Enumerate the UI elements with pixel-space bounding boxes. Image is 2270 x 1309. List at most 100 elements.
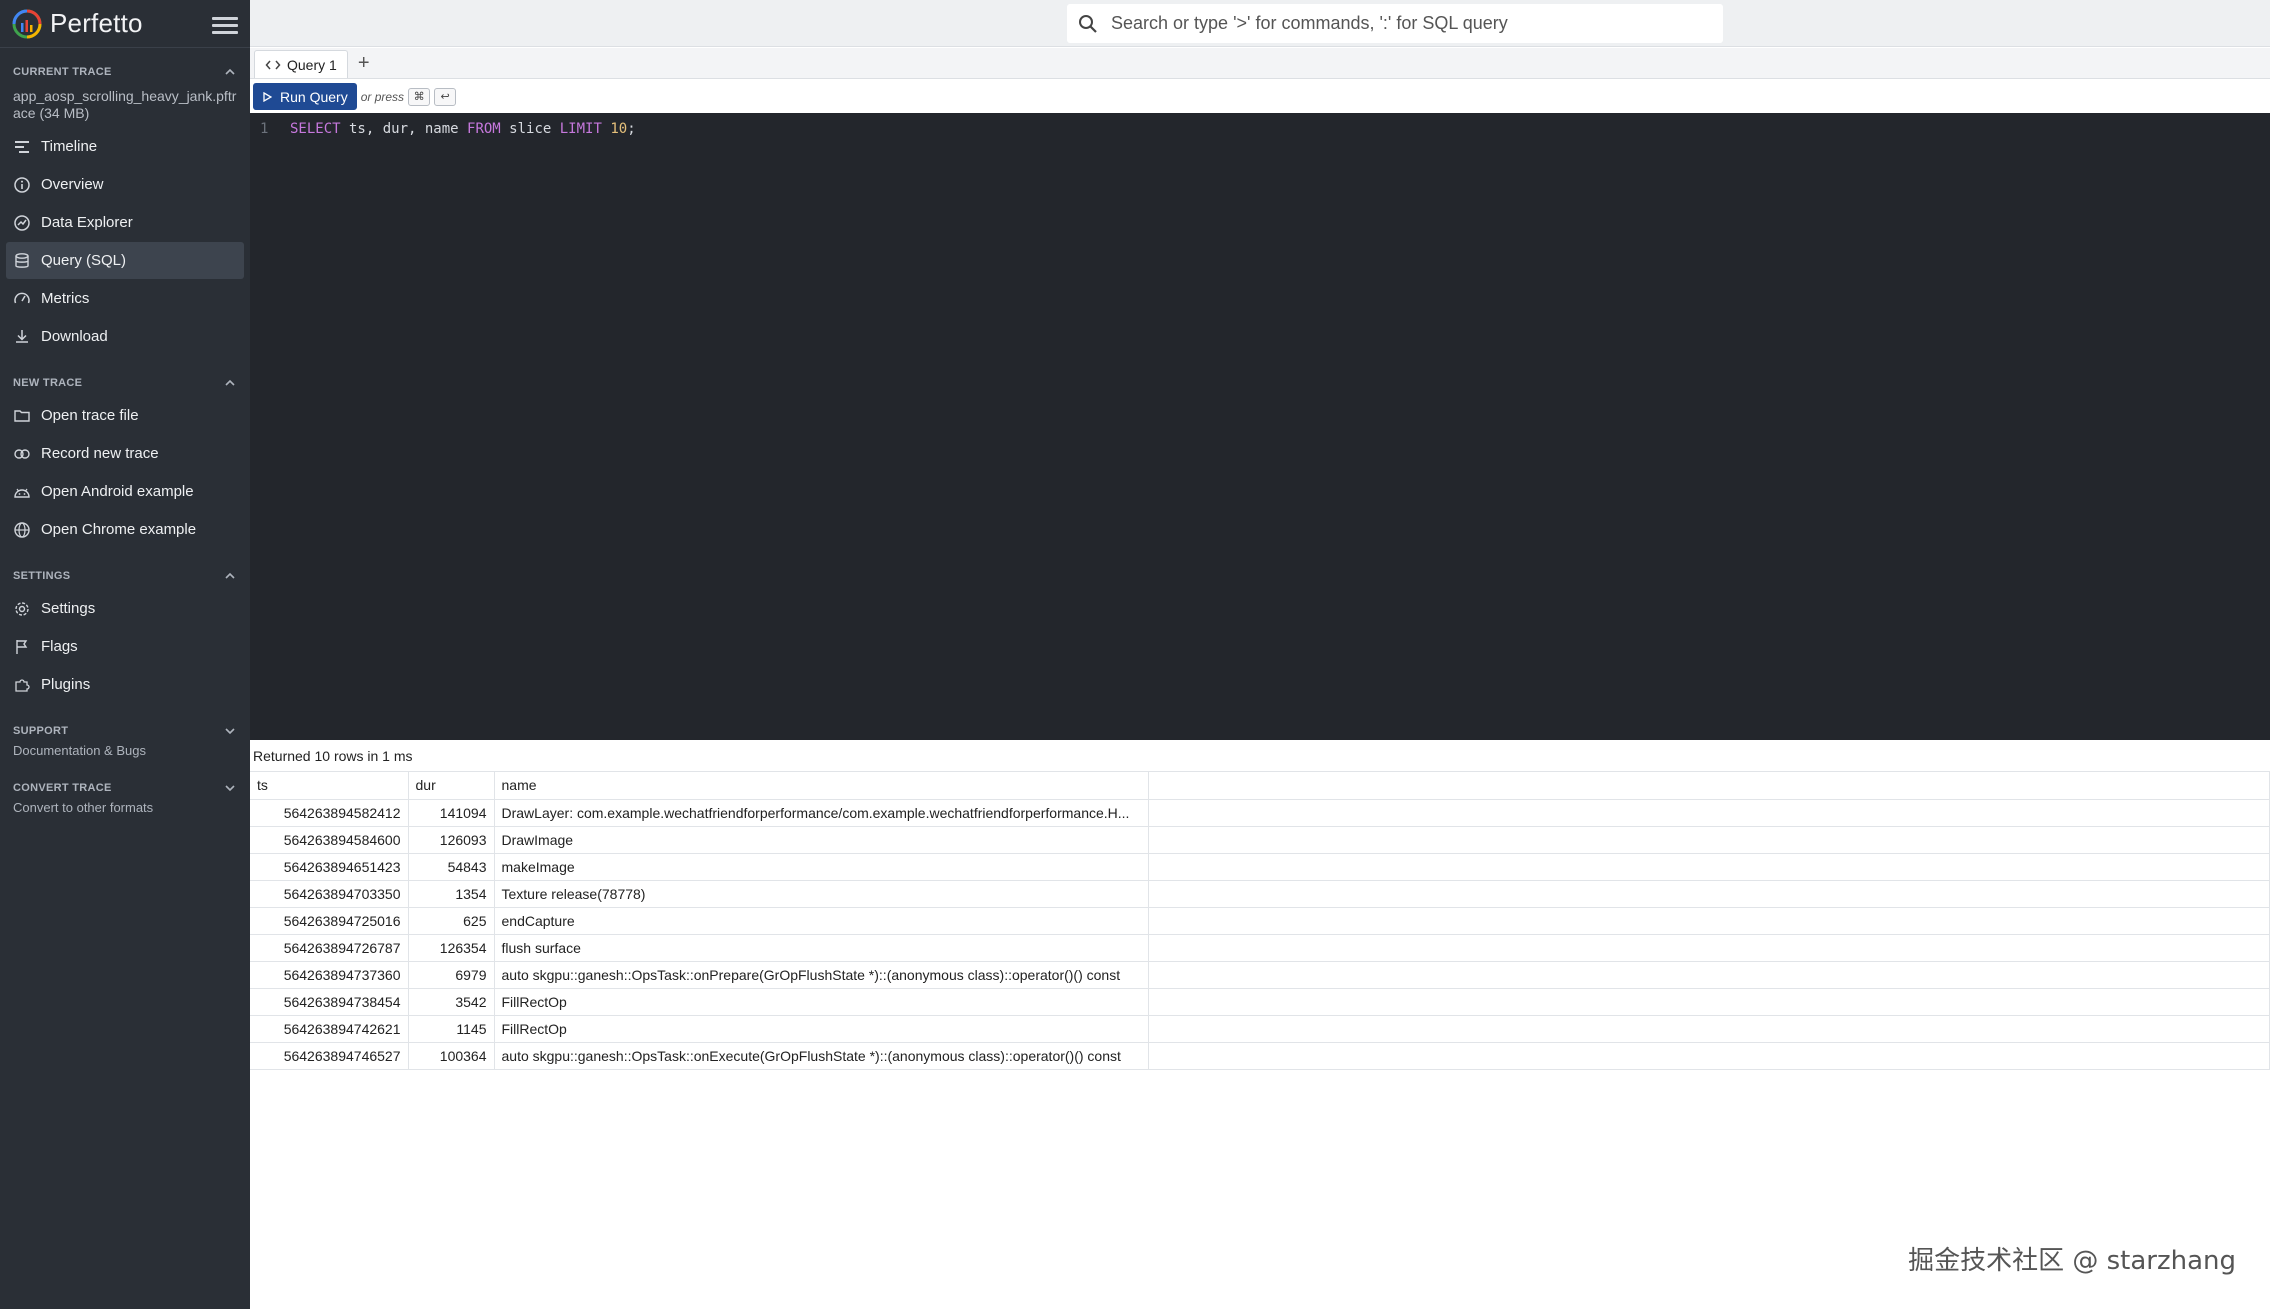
column-header-filler <box>1148 772 2270 800</box>
code-text[interactable]: SELECT ts, dur, name FROM slice LIMIT 10… <box>290 121 636 137</box>
table-row[interactable]: 564263894703350 1354 Texture release(78778… <box>250 880 2270 908</box>
cell-name: endCapture <box>494 907 1149 935</box>
play-icon <box>263 91 272 102</box>
cell-dur: 54843 <box>408 853 495 881</box>
tab-label: Query 1 <box>287 56 337 73</box>
table-row[interactable]: 564263894651423 54843 makeImage <box>250 853 2270 881</box>
section-title: SETTINGS <box>13 570 71 582</box>
table-row[interactable]: 564263894742621 1145 FillRectOp <box>250 1015 2270 1043</box>
cell-dur: 126354 <box>408 934 495 962</box>
watermark: 掘金技术社区 @ starzhang <box>1908 1246 2236 1276</box>
section-title: CURRENT TRACE <box>13 66 112 78</box>
sidebar-item-download[interactable]: Download <box>6 318 244 355</box>
trace-name: app_aosp_scrolling_heavy_jank.pftrace (3… <box>13 88 237 121</box>
sidebar-item-timeline[interactable]: Timeline <box>6 128 244 165</box>
sidebar-item-label: Plugins <box>41 676 91 693</box>
sidebar-item-flags[interactable]: Flags <box>6 628 244 665</box>
sidebar-item-label: Open Chrome example <box>41 521 197 538</box>
add-tab-button[interactable]: + <box>358 50 370 78</box>
cmd-key: ⌘ <box>408 87 431 106</box>
cell-name: flush surface <box>494 934 1149 962</box>
sidebar-item-metrics[interactable]: Metrics <box>6 280 244 317</box>
table-row[interactable]: 564263894738454 3542 FillRectOp <box>250 988 2270 1016</box>
cell-ts: 564263894726787 <box>250 934 409 962</box>
code-icon <box>265 60 281 69</box>
column-header-name[interactable]: name <box>494 772 1149 800</box>
cell-dur: 1354 <box>408 880 495 908</box>
cell-name: auto skgpu::ganesh::OpsTask::onPrepare(G… <box>494 961 1149 989</box>
sql-token: FROM <box>467 121 501 137</box>
cell-filler <box>1148 907 2270 935</box>
cell-filler <box>1148 934 2270 962</box>
cell-ts: 564263894746527 <box>250 1042 409 1070</box>
table-row[interactable]: 564263894584600 126093 DrawImage <box>250 826 2270 854</box>
query-results: Returned 10 rows in 1 ms ts dur name 564… <box>250 740 2270 1309</box>
cell-dur: 141094 <box>408 799 495 827</box>
sidebar-item-query-sql[interactable]: Query (SQL) <box>6 242 244 279</box>
sidebar-item-label: Overview <box>41 176 104 193</box>
table-row[interactable]: 564263894582412 141094 DrawLayer: com.exam… <box>250 799 2270 827</box>
download-icon <box>16 329 28 343</box>
sidebar-item-label: Metrics <box>41 290 90 307</box>
section-subtitle: Convert to other formats <box>13 800 154 815</box>
shortcut-hint: or press <box>360 89 405 104</box>
query-toolbar: Run Query or press ⌘ ↩ <box>250 80 2270 113</box>
cell-name: DrawImage <box>494 826 1149 854</box>
cell-name: FillRectOp <box>494 1015 1149 1043</box>
app-title: Perfetto <box>50 8 143 38</box>
puzzle-icon <box>15 678 30 692</box>
search-input[interactable] <box>1111 13 1713 34</box>
column-header-ts[interactable]: ts <box>250 772 409 800</box>
cell-dur: 100364 <box>408 1042 495 1070</box>
section-title: CONVERT TRACE <box>13 782 112 794</box>
sidebar-item-label: Settings <box>41 600 96 617</box>
run-query-label: Run Query <box>280 88 348 105</box>
sidebar-item-open-chrome-example[interactable]: Open Chrome example <box>6 511 244 548</box>
tab-query-1[interactable]: Query 1 <box>254 50 348 78</box>
sidebar-item-label: Data Explorer <box>41 214 133 231</box>
table-row[interactable]: 564263894746527 100364 auto skgpu::ganesh:… <box>250 1042 2270 1070</box>
sidebar-item-overview[interactable]: Overview <box>6 166 244 203</box>
section-header-new-trace[interactable]: NEW TRACE <box>0 369 250 397</box>
editor-line[interactable]: 1 SELECT ts, dur, name FROM slice LIMIT … <box>250 119 2270 139</box>
android-icon <box>14 488 30 498</box>
chevron-up-icon <box>225 68 235 75</box>
cell-name: makeImage <box>494 853 1149 881</box>
cell-ts: 564263894703350 <box>250 880 409 908</box>
section-header-convert-trace[interactable]: CONVERT TRACE <box>0 774 250 802</box>
gear-icon <box>15 601 29 616</box>
cell-dur: 625 <box>408 907 495 935</box>
cell-filler <box>1148 961 2270 989</box>
cell-dur: 126093 <box>408 826 495 854</box>
sidebar-item-plugins[interactable]: Plugins <box>6 666 244 703</box>
table-row[interactable]: 564263894737360 6979 auto skgpu::ganesh::O… <box>250 961 2270 989</box>
section-header-current-trace[interactable]: CURRENT TRACE <box>0 58 250 86</box>
sidebar-item-open-trace-file[interactable]: Open trace file <box>6 397 244 434</box>
cell-filler <box>1148 1042 2270 1070</box>
line-number: 1 <box>260 121 269 137</box>
sidebar-item-label: Timeline <box>41 138 98 155</box>
sql-editor[interactable]: 1 SELECT ts, dur, name FROM slice LIMIT … <box>250 113 2270 740</box>
cell-ts: 564263894737360 <box>250 961 409 989</box>
run-query-button[interactable]: Run Query <box>253 83 357 110</box>
info-icon <box>14 176 30 193</box>
sidebar-item-data-explorer[interactable]: Data Explorer <box>6 204 244 241</box>
cell-filler <box>1148 853 2270 881</box>
column-header-dur[interactable]: dur <box>408 772 495 800</box>
section-header-support[interactable]: SUPPORT <box>0 717 250 745</box>
chevron-up-icon <box>225 572 235 579</box>
menu-icon[interactable] <box>212 13 238 35</box>
sidebar-item-record-new-trace[interactable]: Record new trace <box>6 435 244 472</box>
cell-name: auto skgpu::ganesh::OpsTask::onExecute(G… <box>494 1042 1149 1070</box>
folder-icon <box>14 409 30 422</box>
sidebar-item-open-android-example[interactable]: Open Android example <box>6 473 244 510</box>
omnibox[interactable] <box>1067 4 1723 43</box>
cell-dur: 1145 <box>408 1015 495 1043</box>
section-header-settings[interactable]: SETTINGS <box>0 562 250 590</box>
table-row[interactable]: 564263894726787 126354 flush surface <box>250 934 2270 962</box>
chevron-down-icon <box>225 785 235 792</box>
section-title: NEW TRACE <box>13 377 83 389</box>
sidebar-item-settings[interactable]: Settings <box>6 590 244 627</box>
table-row[interactable]: 564263894725016 625 endCapture <box>250 907 2270 935</box>
cell-filler <box>1148 826 2270 854</box>
